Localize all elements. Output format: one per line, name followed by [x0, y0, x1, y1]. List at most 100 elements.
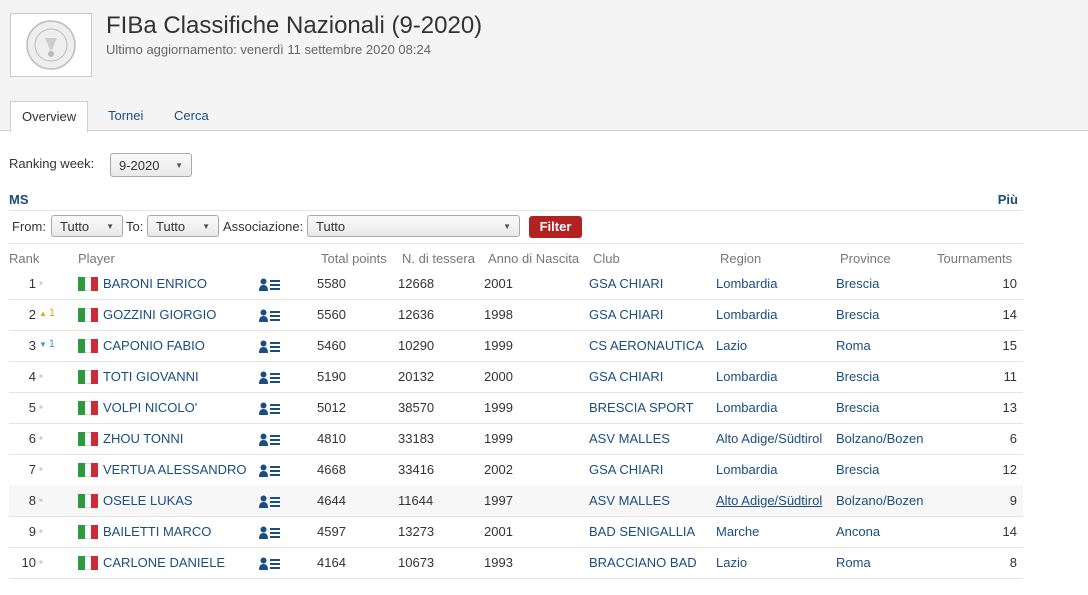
tournaments-cell: 11	[1003, 369, 1018, 384]
club-link[interactable]: BRESCIA SPORT	[589, 400, 694, 415]
region-link[interactable]: Lazio	[716, 555, 747, 570]
tournaments-cell: 6	[1009, 431, 1017, 446]
province-link[interactable]: Brescia	[836, 400, 879, 415]
province-link[interactable]: Brescia	[836, 369, 879, 384]
region-link[interactable]: Lombardia	[716, 400, 777, 415]
player-name-link[interactable]: VERTUA ALESSANDRO	[103, 462, 247, 477]
player-profile-icon[interactable]	[259, 340, 281, 357]
rank-movement-value: 1	[48, 338, 56, 350]
to-value: Tutto	[156, 219, 186, 234]
table-row: 9 ■ BAILETTI MARCO 4597 13273 2001 BAD SENIGAL…	[9, 516, 1023, 548]
region-link[interactable]: Lombardia	[716, 369, 777, 384]
tessera-cell: 20132	[398, 369, 435, 384]
rank-cell: 9	[28, 524, 36, 539]
player-name-link[interactable]: CARLONE DANIELE	[103, 555, 225, 570]
player-profile-icon[interactable]	[259, 278, 281, 295]
club-link[interactable]: BAD SENIGALLIA	[589, 524, 695, 539]
from-select[interactable]: Tutto ▼	[51, 215, 123, 237]
arrow-up-icon: ▲	[39, 309, 47, 318]
player-name-link[interactable]: VOLPI NICOLO'	[103, 400, 197, 415]
tab-tornei[interactable]: Tornei	[108, 101, 143, 130]
player-profile-icon[interactable]	[259, 557, 281, 574]
no-change-icon: ■	[39, 281, 43, 287]
province-link[interactable]: Bolzano/Bozen	[836, 431, 923, 446]
total-points-cell: 4164	[317, 555, 346, 570]
arrow-down-icon: ▼	[39, 340, 47, 349]
to-select[interactable]: Tutto ▼	[147, 215, 219, 237]
province-link[interactable]: Ancona	[836, 524, 880, 539]
from-value: Tutto	[60, 219, 90, 234]
column-header-player: Player	[78, 251, 115, 266]
region-link[interactable]: Alto Adige/Südtirol	[716, 431, 822, 446]
total-points-cell: 5012	[317, 400, 346, 415]
club-link[interactable]: GSA CHIARI	[589, 276, 663, 291]
tab-cerca[interactable]: Cerca	[174, 101, 209, 130]
player-profile-icon[interactable]	[259, 495, 281, 512]
province-link[interactable]: Brescia	[836, 462, 879, 477]
player-profile-icon[interactable]	[259, 433, 281, 450]
club-link[interactable]: ASV MALLES	[589, 431, 670, 446]
club-link[interactable]: ASV MALLES	[589, 493, 670, 508]
player-name-link[interactable]: ZHOU TONNI	[103, 431, 183, 446]
region-link[interactable]: Lombardia	[716, 276, 777, 291]
table-row: 1 ■ BARONI ENRICO 5580 12668 2001 GSA CHIARI Lo…	[9, 268, 1023, 300]
chevron-down-icon: ▼	[202, 222, 210, 231]
region-link[interactable]: Alto Adige/Südtirol	[716, 493, 822, 508]
club-link[interactable]: GSA CHIARI	[589, 369, 663, 384]
region-link[interactable]: Lombardia	[716, 462, 777, 477]
player-profile-icon[interactable]	[259, 309, 281, 326]
province-link[interactable]: Bolzano/Bozen	[836, 493, 923, 508]
player-name-link[interactable]: TOTI GIOVANNI	[103, 369, 199, 384]
no-change-icon: ■	[39, 374, 43, 380]
player-name-link[interactable]: GOZZINI GIORGIO	[103, 307, 216, 322]
total-points-cell: 5580	[317, 276, 346, 291]
tournaments-cell: 10	[1002, 276, 1017, 291]
region-link[interactable]: Marche	[716, 524, 759, 539]
no-change-icon: ■	[39, 467, 43, 473]
player-profile-icon[interactable]	[259, 526, 281, 543]
filter-button[interactable]: Filter	[529, 216, 582, 238]
tessera-cell: 38570	[398, 400, 435, 415]
player-profile-icon[interactable]	[259, 464, 281, 481]
player-name-link[interactable]: CAPONIO FABIO	[103, 338, 205, 353]
province-link[interactable]: Roma	[836, 338, 871, 353]
club-link[interactable]: GSA CHIARI	[589, 307, 663, 322]
player-name-link[interactable]: BAILETTI MARCO	[103, 524, 211, 539]
divider	[9, 243, 1023, 244]
rank-cell: 4	[28, 369, 36, 384]
last-updated-text: Ultimo aggiornamento: venerdì 11 settemb…	[106, 42, 431, 57]
region-link[interactable]: Lazio	[716, 338, 747, 353]
italy-flag-icon	[78, 401, 99, 415]
no-change-icon: ■	[39, 560, 43, 566]
column-header-anno: Anno di Nascita	[488, 251, 580, 266]
player-profile-icon[interactable]	[259, 402, 281, 419]
column-header-total-points: Total points	[321, 251, 387, 266]
associazione-select[interactable]: Tutto ▼	[307, 215, 520, 237]
column-header-tessera: N. di tessera	[402, 251, 475, 266]
anno-cell: 2002	[484, 462, 513, 477]
table-row: 3 ▼ 1 CAPONIO FABIO 5460 10290 1999 CS AERONAUT…	[9, 330, 1023, 362]
tessera-cell: 10673	[398, 555, 435, 570]
club-link[interactable]: GSA CHIARI	[589, 462, 663, 477]
anno-cell: 2001	[484, 524, 513, 539]
rank-cell: 2	[28, 307, 36, 322]
player-name-link[interactable]: OSELE LUKAS	[103, 493, 193, 508]
province-link[interactable]: Roma	[836, 555, 871, 570]
player-profile-icon[interactable]	[259, 371, 281, 388]
rank-cell: 1	[28, 276, 36, 291]
anno-cell: 1999	[484, 400, 513, 415]
total-points-cell: 4810	[317, 431, 346, 446]
province-link[interactable]: Brescia	[836, 307, 879, 322]
table-row: 10 ■ CARLONE DANIELE 4164 10673 1993 BRACCIANO…	[9, 547, 1023, 579]
tessera-cell: 33416	[398, 462, 435, 477]
player-name-link[interactable]: BARONI ENRICO	[103, 276, 207, 291]
club-link[interactable]: CS AERONAUTICA	[589, 338, 704, 353]
tournaments-cell: 14	[1002, 524, 1017, 539]
club-link[interactable]: BRACCIANO BAD	[589, 555, 697, 570]
region-link[interactable]: Lombardia	[716, 307, 777, 322]
tab-overview[interactable]: Overview	[10, 101, 89, 133]
province-link[interactable]: Brescia	[836, 276, 879, 291]
more-link[interactable]: Più	[998, 192, 1018, 207]
section-title[interactable]: MS	[9, 192, 29, 207]
ranking-week-select[interactable]: 9-2020 ▼	[110, 153, 192, 177]
